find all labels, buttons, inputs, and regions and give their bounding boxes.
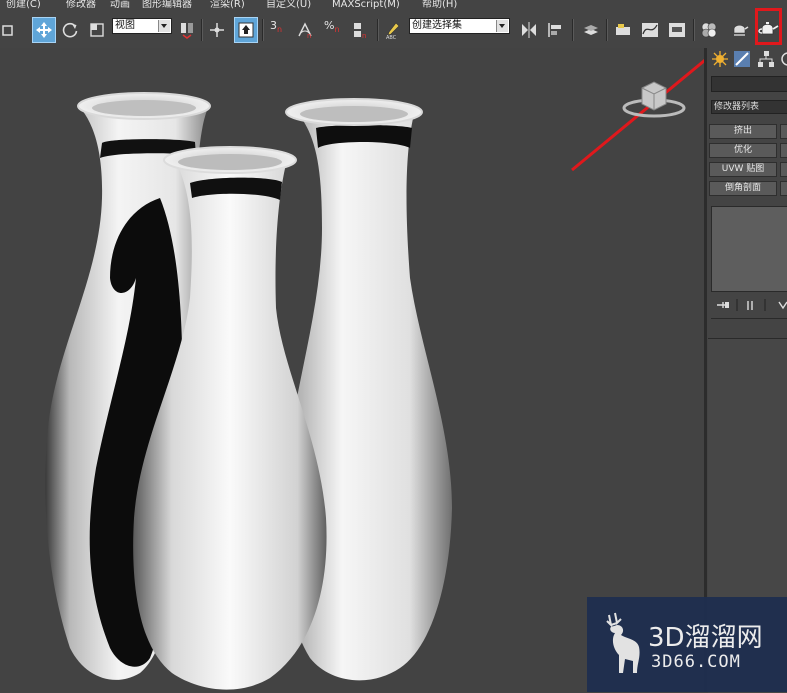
menu-bar: 创建(C) 修改器 动画 图形编辑器 渲染(R) 自定义(U) MAXScrip… xyxy=(0,0,787,12)
viewcube-icon[interactable] xyxy=(620,74,686,124)
reference-coordinate-value: 视图 xyxy=(115,20,135,31)
chevron-down-icon xyxy=(158,20,170,32)
menu-maxscript[interactable]: MAXScript(M) xyxy=(332,0,400,10)
menu-modifiers[interactable]: 修改器 xyxy=(66,0,96,10)
menu-customize[interactable]: 自定义(U) xyxy=(266,0,311,10)
angle-snap-icon[interactable]: n xyxy=(294,17,316,43)
highlight-box xyxy=(755,8,782,45)
pin-stack-icon xyxy=(717,302,729,308)
edit-named-selection-icon[interactable]: ABC xyxy=(382,17,404,43)
material-editor-icon[interactable] xyxy=(698,17,720,43)
extrude-button[interactable]: 挤出 xyxy=(709,124,777,139)
scale-tool-icon[interactable] xyxy=(86,17,108,43)
align-icon[interactable] xyxy=(544,17,566,43)
modifier-stack-list[interactable] xyxy=(711,206,787,292)
menu-animation[interactable]: 动画 xyxy=(110,0,130,10)
modifier-list-dropdown[interactable]: 修改器列表 xyxy=(711,100,787,114)
snap-toggle-label: 3 xyxy=(270,19,277,32)
hierarchy-tab-icon[interactable] xyxy=(757,50,775,68)
deer-logo-icon xyxy=(606,612,640,673)
object-name-field[interactable] xyxy=(711,76,787,92)
reference-coordinate-dropdown[interactable]: 视图 xyxy=(112,18,172,34)
schematic-view-icon[interactable] xyxy=(666,17,688,43)
modifier-button-right[interactable] xyxy=(780,162,787,177)
snap-toggle-icon[interactable]: 3n xyxy=(270,19,282,34)
mirror-icon[interactable] xyxy=(518,17,540,43)
menu-graph-editors[interactable]: 图形编辑器 xyxy=(142,0,192,10)
bevel-profile-button[interactable]: 倒角剖面 xyxy=(709,181,777,196)
optimize-button[interactable]: 优化 xyxy=(709,143,777,158)
scene-explorer-icon[interactable] xyxy=(612,17,634,43)
watermark-title: 3D溜溜网 xyxy=(648,623,763,653)
menu-create[interactable]: 创建(C) xyxy=(6,0,41,10)
select-object-icon[interactable] xyxy=(0,17,16,43)
modify-tab-icon[interactable] xyxy=(733,50,751,68)
modifier-button-right[interactable] xyxy=(780,143,787,158)
viewport-scene xyxy=(45,59,704,690)
command-panel: 修改器列表 挤出 优化 UVW 贴图 倒角剖面 xyxy=(704,48,787,693)
watermark-subtitle: 3D66.COM xyxy=(651,652,741,672)
perspective-viewport[interactable] xyxy=(0,48,704,692)
named-selection-set-value: 创建选择集 xyxy=(412,20,462,31)
stack-controls xyxy=(717,299,787,311)
create-tab-icon[interactable] xyxy=(711,50,729,68)
named-selection-set-dropdown[interactable]: 创建选择集 xyxy=(409,18,510,34)
svg-text:ABC: ABC xyxy=(386,35,397,39)
uvw-map-button[interactable]: UVW 贴图 xyxy=(709,162,777,177)
svg-text:n: n xyxy=(362,32,366,39)
modifier-list-label: 修改器列表 xyxy=(714,102,760,112)
render-setup-icon[interactable] xyxy=(729,17,751,43)
spinner-snap-icon[interactable]: n xyxy=(349,17,371,43)
keyboard-shortcut-override-icon[interactable] xyxy=(234,17,258,43)
svg-text:n: n xyxy=(307,32,311,39)
select-and-manipulate-icon[interactable] xyxy=(206,17,228,43)
move-tool-icon[interactable] xyxy=(32,17,56,43)
layer-manager-icon[interactable] xyxy=(580,17,602,43)
curve-editor-icon[interactable] xyxy=(639,17,661,43)
make-unique-icon xyxy=(778,301,787,310)
modifier-button-right[interactable] xyxy=(780,181,787,196)
modifier-button-right[interactable] xyxy=(780,124,787,139)
percent-snap-label: % xyxy=(324,19,335,32)
motion-tab-icon[interactable] xyxy=(779,50,787,68)
show-end-result-icon xyxy=(747,301,753,310)
chevron-down-icon xyxy=(496,20,508,32)
pivot-center-icon[interactable] xyxy=(176,17,198,43)
main-toolbar: 视图 3n n %n n ABC 创建选择集 xyxy=(0,12,787,48)
percent-snap-icon[interactable]: %n xyxy=(324,19,340,34)
menu-help[interactable]: 帮助(H) xyxy=(422,0,457,10)
menu-rendering[interactable]: 渲染(R) xyxy=(210,0,245,10)
watermark-logo: 3D溜溜网 3D66.COM xyxy=(587,597,787,692)
rotate-tool-icon[interactable] xyxy=(59,17,81,43)
